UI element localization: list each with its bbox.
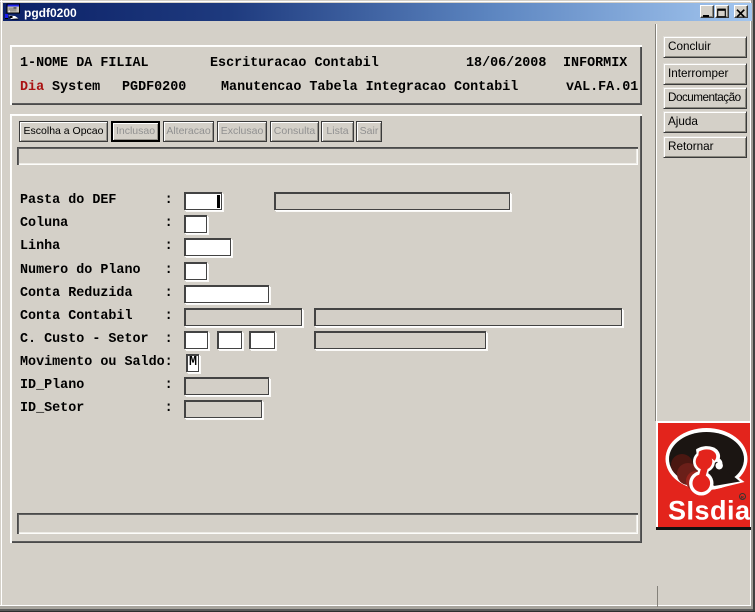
svg-text:SIsdia: SIsdia — [668, 495, 751, 525]
